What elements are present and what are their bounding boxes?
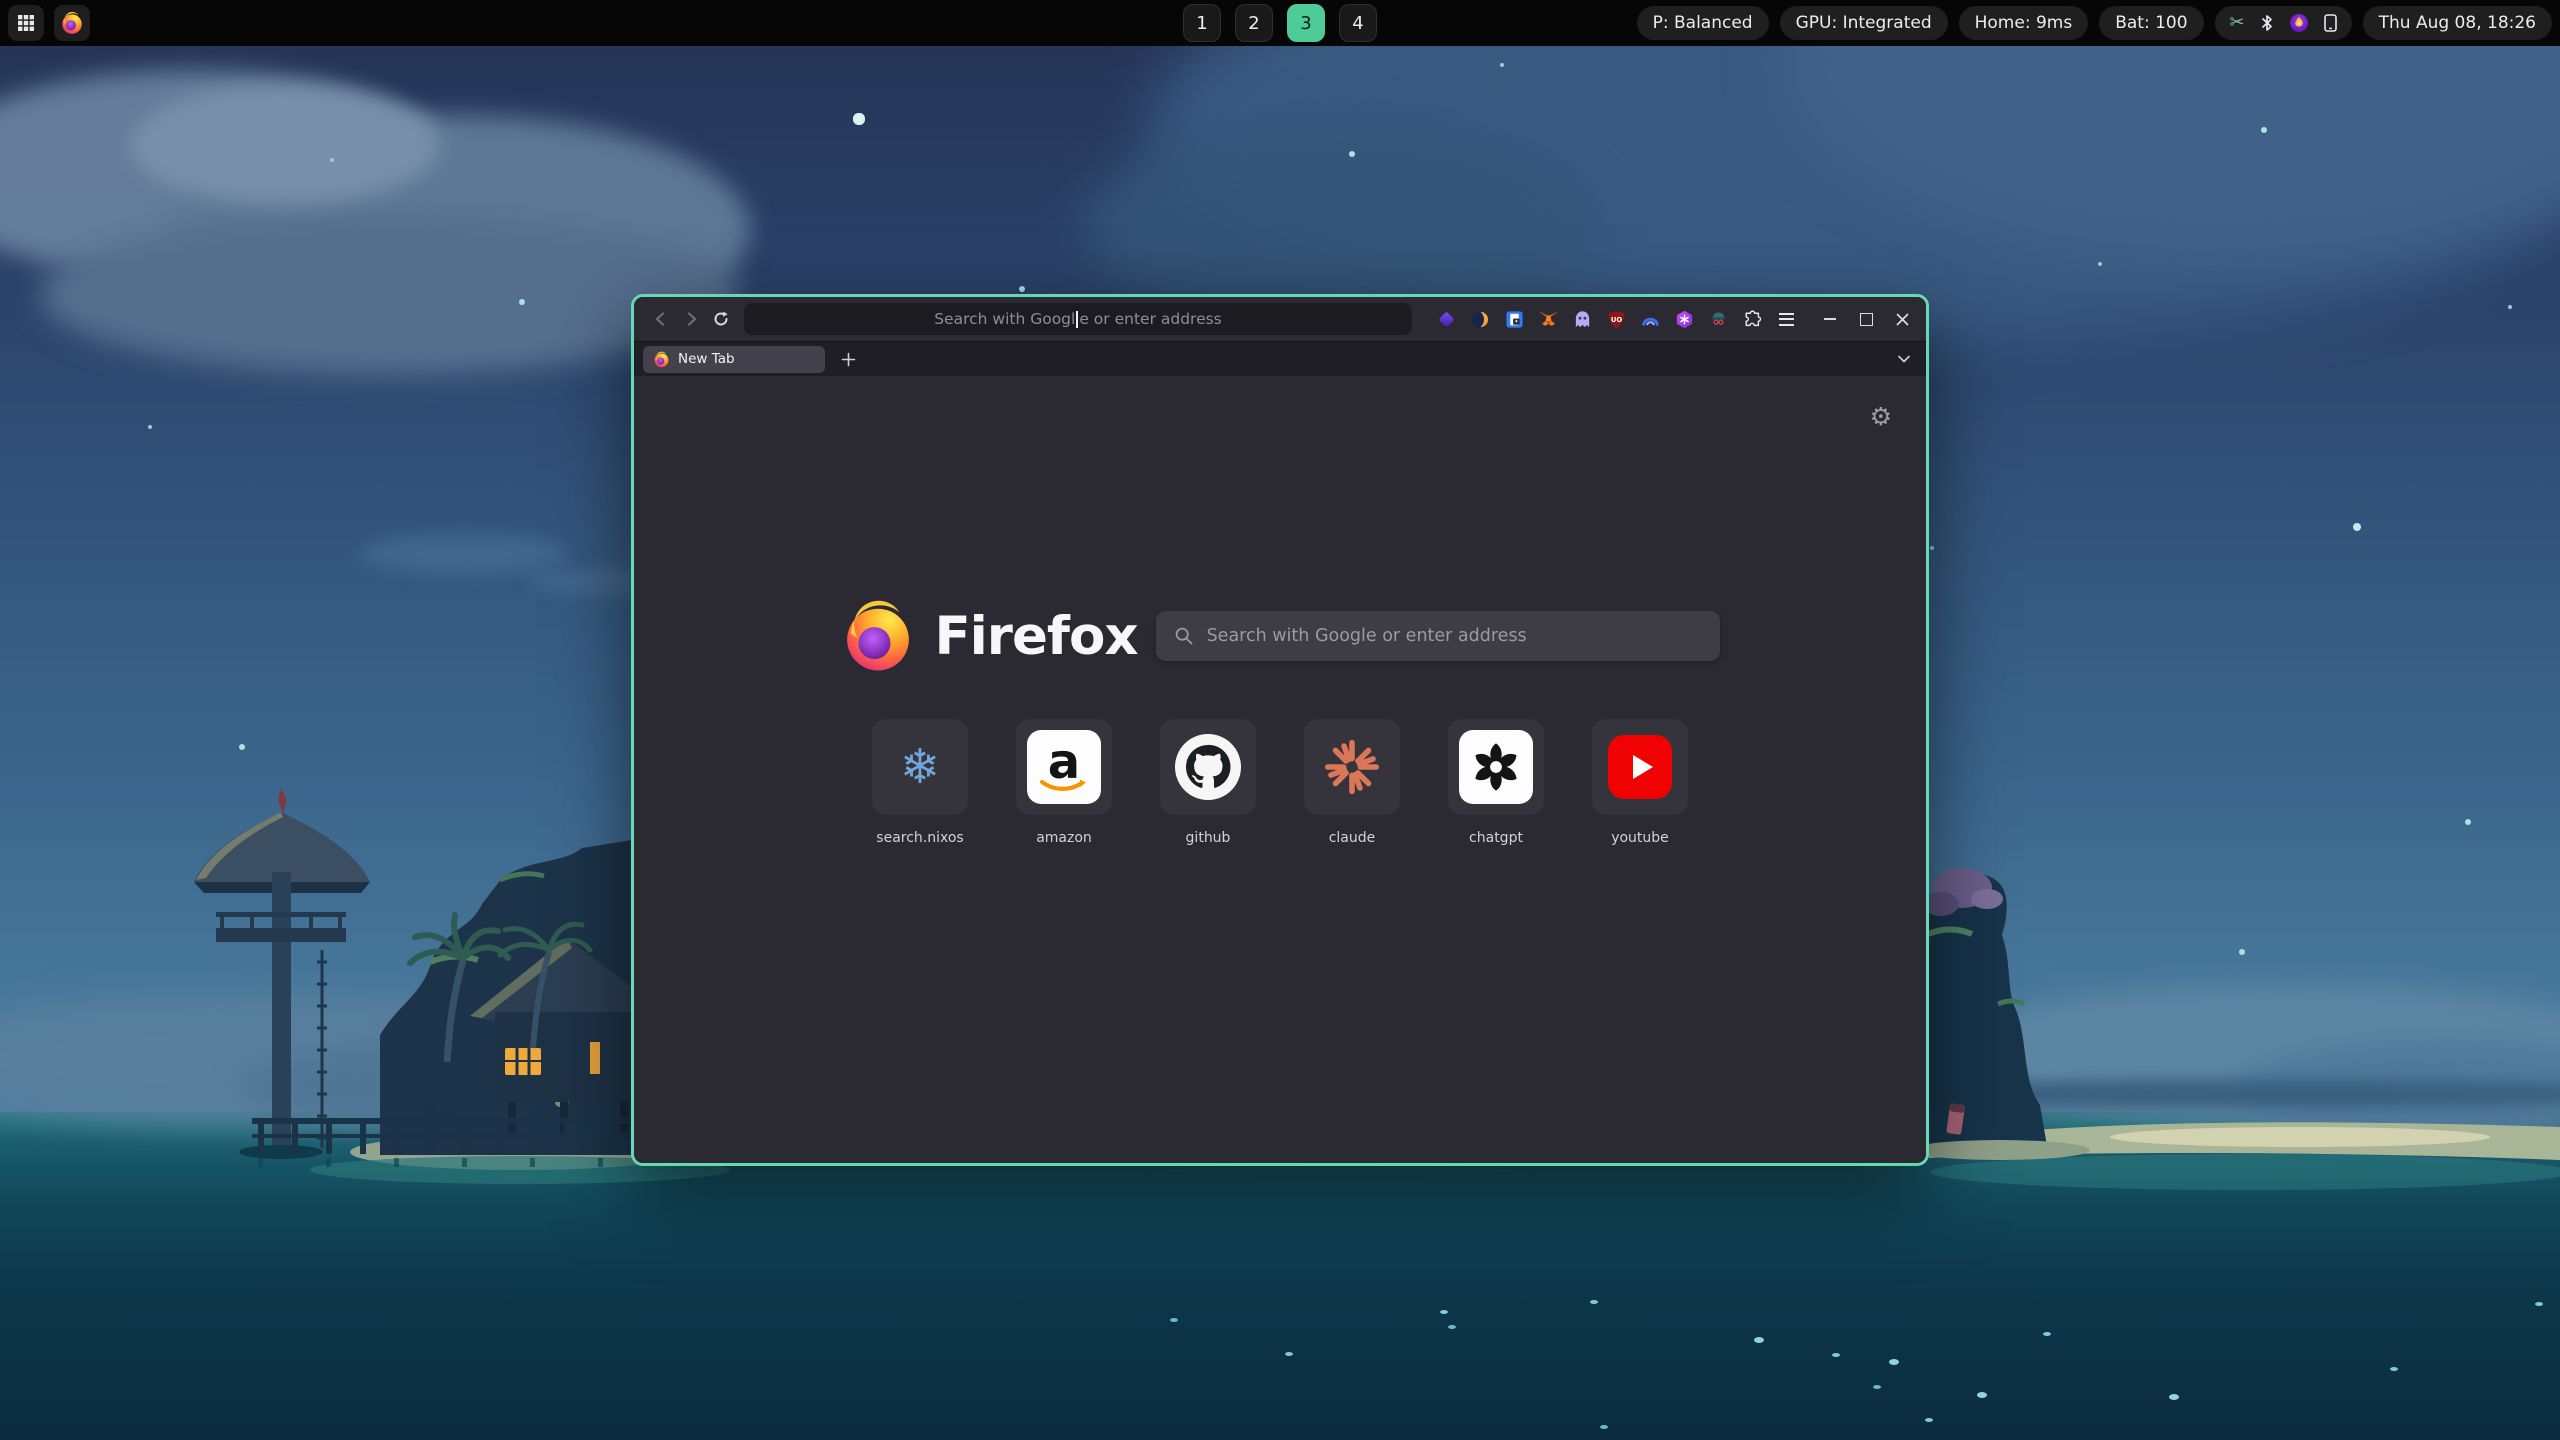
window-controls bbox=[1818, 307, 1914, 331]
url-bar[interactable]: Search with Google or enter address bbox=[744, 303, 1412, 335]
newtab-hero: Firefox Search with Google or enter addr… bbox=[634, 598, 1926, 674]
svg-text:UO: UO bbox=[1610, 315, 1622, 323]
nordvpn-arc-extension-icon[interactable] bbox=[1638, 307, 1662, 331]
list-all-tabs-button[interactable] bbox=[1891, 346, 1917, 372]
back-icon bbox=[652, 310, 670, 328]
gpu-pill[interactable]: GPU: Integrated bbox=[1780, 6, 1948, 40]
urlbar-placeholder-left: Search with Googl bbox=[934, 310, 1075, 328]
dark-reader-moon-extension-icon[interactable] bbox=[1468, 307, 1492, 331]
personalize-gear-button[interactable]: ⚙ bbox=[1870, 404, 1892, 429]
close-icon bbox=[1895, 312, 1910, 327]
scissors-icon[interactable]: ✂ bbox=[2230, 14, 2245, 32]
firefox-window: Search with Google or enter address bbox=[631, 294, 1929, 1166]
ping-pill[interactable]: Home: 9ms bbox=[1959, 6, 2089, 40]
plus-icon bbox=[841, 352, 856, 367]
minimize-button[interactable] bbox=[1818, 307, 1842, 331]
top-status-bar: 1 2 3 4 P: Balanced GPU: Integrated Home… bbox=[0, 0, 2560, 46]
tab-title: New Tab bbox=[678, 351, 735, 367]
search-placeholder: Search with Google or enter address bbox=[1207, 626, 1527, 646]
workspace-switcher: 1 2 3 4 bbox=[1183, 4, 1377, 42]
tray-pill: ✂ bbox=[2215, 6, 2352, 40]
power-profile-pill[interactable]: P: Balanced bbox=[1637, 6, 1769, 40]
workspace-4[interactable]: 4 bbox=[1339, 4, 1377, 42]
bluetooth-icon[interactable] bbox=[2260, 14, 2274, 32]
status-area: P: Balanced GPU: Integrated Home: 9ms Ba… bbox=[1637, 6, 2552, 40]
reload-button[interactable] bbox=[706, 304, 736, 334]
shortcut-github[interactable]: github bbox=[1160, 719, 1256, 846]
phone-icon[interactable] bbox=[2324, 14, 2337, 32]
maximize-button[interactable] bbox=[1854, 307, 1878, 331]
amazon-a-icon: a bbox=[1027, 730, 1101, 804]
bitwarden-lock-extension-icon[interactable] bbox=[1502, 307, 1526, 331]
clock-pill[interactable]: Thu Aug 08, 18:26 bbox=[2363, 6, 2552, 40]
spy-agent-extension-icon[interactable] bbox=[1706, 307, 1730, 331]
shortcut-claude[interactable]: claude bbox=[1304, 719, 1400, 846]
chevron-down-icon bbox=[1896, 351, 1912, 367]
app-grid-button[interactable] bbox=[8, 5, 44, 41]
back-button[interactable] bbox=[646, 304, 676, 334]
tab-bar: New Tab bbox=[634, 341, 1926, 376]
shortcut-label: search.nixos bbox=[876, 830, 963, 846]
firefox-icon bbox=[60, 11, 84, 35]
app-grid-icon bbox=[17, 14, 35, 32]
forward-icon bbox=[682, 310, 700, 328]
forward-button[interactable] bbox=[676, 304, 706, 334]
workspace-1[interactable]: 1 bbox=[1183, 4, 1221, 42]
close-button[interactable] bbox=[1890, 307, 1914, 331]
text-caret bbox=[1076, 311, 1078, 328]
youtube-play-icon bbox=[1608, 735, 1672, 799]
shortcut-label: github bbox=[1186, 830, 1231, 846]
puzzle-extensions-button[interactable] bbox=[1740, 307, 1764, 331]
tab-new-tab[interactable]: New Tab bbox=[643, 346, 825, 373]
shortcut-label: claude bbox=[1329, 830, 1376, 846]
shortcut-tiles: ❄❄ search.nixos a amazon bbox=[634, 719, 1926, 846]
hex-asterisk-extension-icon[interactable] bbox=[1672, 307, 1696, 331]
claude-starburst-icon bbox=[1324, 739, 1380, 795]
newtab-content: ⚙ Firefox bbox=[634, 376, 1926, 1163]
ublock-origin-shield-extension-icon[interactable]: UO bbox=[1604, 307, 1628, 331]
shortcut-chatgpt[interactable]: chatgpt bbox=[1448, 719, 1544, 846]
search-icon bbox=[1174, 626, 1194, 646]
shortcut-label: youtube bbox=[1611, 830, 1669, 846]
shortcut-search-nixos[interactable]: ❄❄ search.nixos bbox=[872, 719, 968, 846]
tab-favicon-firefox bbox=[653, 351, 670, 368]
newtab-search-field[interactable]: Search with Google or enter address bbox=[1156, 611, 1720, 661]
shortcut-label: chatgpt bbox=[1469, 830, 1523, 846]
ghostery-ghost-extension-icon[interactable] bbox=[1570, 307, 1594, 331]
nixos-snowflake-icon: ❄❄ bbox=[900, 743, 940, 791]
workspace-2[interactable]: 2 bbox=[1235, 4, 1273, 42]
maximize-icon bbox=[1860, 313, 1873, 326]
minimize-icon bbox=[1824, 318, 1836, 320]
openai-knot-icon bbox=[1469, 740, 1523, 794]
firefox-wordmark: Firefox bbox=[934, 606, 1137, 667]
navigation-toolbar: Search with Google or enter address bbox=[634, 297, 1926, 341]
metamask-fox-extension-icon[interactable] bbox=[1536, 307, 1560, 331]
urlbar-placeholder-right: e or enter address bbox=[1079, 310, 1221, 328]
firefox-launcher-button[interactable] bbox=[54, 5, 90, 41]
purple-diamond-extension-icon[interactable] bbox=[1434, 307, 1458, 331]
shortcut-label: amazon bbox=[1036, 830, 1092, 846]
reload-icon bbox=[712, 310, 730, 328]
github-octocat-icon bbox=[1174, 733, 1242, 801]
new-tab-button[interactable] bbox=[835, 346, 861, 372]
shortcut-amazon[interactable]: a amazon bbox=[1016, 719, 1112, 846]
shortcut-youtube[interactable]: youtube bbox=[1592, 719, 1688, 846]
flame-icon[interactable] bbox=[2289, 13, 2309, 33]
firefox-logo-large bbox=[840, 598, 916, 674]
menu-hamburger-button[interactable] bbox=[1774, 307, 1798, 331]
workspace-3-active[interactable]: 3 bbox=[1287, 4, 1325, 42]
launcher-group bbox=[8, 5, 90, 41]
extension-toolbar: UO bbox=[1434, 307, 1798, 331]
battery-pill[interactable]: Bat: 100 bbox=[2099, 6, 2203, 40]
